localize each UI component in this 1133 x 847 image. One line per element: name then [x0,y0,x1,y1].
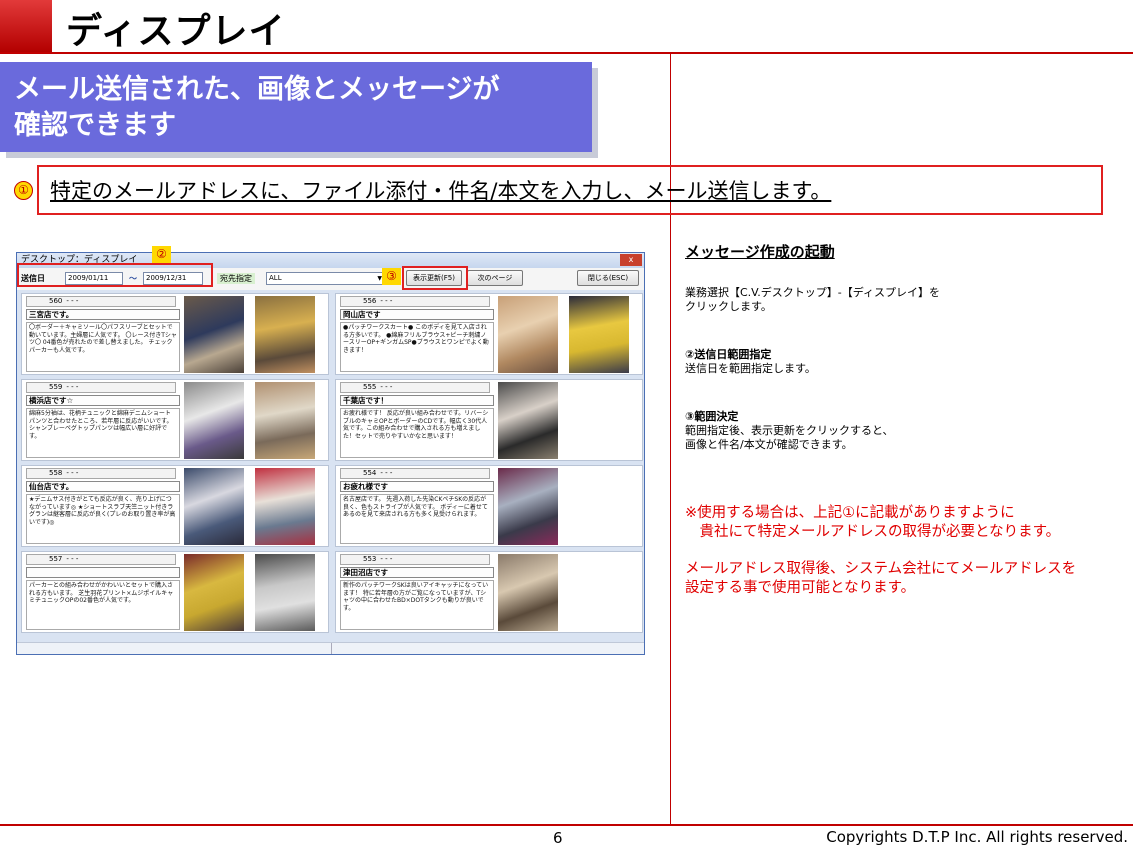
instruction-3-line-2: 画像と件名/本文が確認できます。 [685,438,853,451]
product-photo[interactable] [255,554,315,631]
card-number: 558- - - [26,468,176,479]
product-photo[interactable] [184,296,244,373]
banner-line-2: 確認できます [14,110,176,141]
card-number-suffix: - - - [380,383,393,391]
headline-banner: メール送信された、画像とメッセージが 確認できます [0,62,592,152]
product-photo[interactable] [184,554,244,631]
product-photo[interactable] [255,468,315,545]
card-number: 555- - - [340,382,490,393]
product-photo[interactable] [569,296,629,373]
card-number-suffix: - - - [380,297,393,305]
card-message: 綿麻5分袖は、花柄チュニックと綿麻デニムショートパンツと合わせたところ、若年層に… [26,408,180,458]
product-photo[interactable] [498,468,558,545]
card-number-suffix: - - - [380,555,393,563]
instruction-3-title: ③範囲決定 [685,410,739,423]
instruction-3-line-1: 範囲指定後、表示更新をクリックすると、 [685,424,894,437]
instruction-1-line-1: 業務選択【C.V.デスクトップ】-【ディスプレイ】を [685,286,940,299]
card-message: お疲れ様です！ 反応が良い組み合わせです。リバーシブルのキャミOPとボーダーのC… [340,408,494,458]
card-message: ★デニムサス付きがとても反応が良く、売り上げにつながっています◎ ★ショートスラ… [26,494,180,544]
product-photo[interactable] [498,382,558,459]
destination-select[interactable]: ALL ▼ [266,272,384,285]
note-line-1: ※使用する場合は、上記①に記載がありますように [685,505,1015,521]
banner-line-1: メール送信された、画像とメッセージが [14,74,500,105]
card-store: 岡山店です [340,309,494,320]
card-number-suffix: - - - [380,469,393,477]
next-page-button[interactable]: 次のページ [467,270,523,286]
header-divider [0,52,1133,54]
card-store: 三宮店です。 [26,309,180,320]
card-message: 新作のパッチワークSKは良いアイキャッチになっています！ 特に若年層の方がご覧に… [340,580,494,630]
display-window: デスクトップ：ディスプレイ x 送信日 2009/01/11 ～ 2009/12… [16,252,645,655]
card-store: 仙台店です。 [26,481,180,492]
section-heading: メッセージ作成の起動 [685,243,835,261]
card-store: 津田沼店です [340,567,494,578]
close-esc-button[interactable]: 閉じる(ESC) [577,270,639,286]
card-store: 横浜店です☆ [26,395,180,406]
step-2-marker: ② [152,246,171,263]
refresh-highlight-box [402,266,468,290]
title-accent-block [0,0,52,52]
card-message: 名古屋店です。 先週入荷した先染CKペチSKの反応が良く、色もストライプが人気で… [340,494,494,544]
instruction-2-title: ②送信日範囲指定 [685,348,772,361]
product-photo[interactable] [255,296,315,373]
page-title: ディスプレイ [66,11,286,52]
product-photo[interactable] [184,468,244,545]
statusbar-divider [331,643,332,654]
card-store: 千葉店です！ [340,395,494,406]
date-range-highlight-box [17,263,213,287]
card-number-suffix: - - - [66,383,79,391]
copyright: Copyrights D.T.P Inc. All rights reserve… [826,828,1128,846]
card-store [26,567,180,578]
card-message: ●パッチワークスカート● このボディを見て入店される方多いです。 ●綿麻フリルブ… [340,322,494,372]
destination-label: 宛先指定 [217,273,255,284]
display-card[interactable]: 557- - - パーカーとの組み合わせがかわいいとセットで購入される方もいます… [21,551,329,633]
display-card[interactable]: 558- - - 仙台店です。 ★デニムサス付きがとても反応が良く、売り上げにつ… [21,465,329,547]
display-card[interactable]: 559- - - 横浜店です☆ 綿麻5分袖は、花柄チュニックと綿麻デニムショート… [21,379,329,461]
display-card[interactable]: 553- - - 津田沼店です 新作のパッチワークSKは良いアイキャッチになって… [335,551,643,633]
instruction-1-line-2: クリックします。 [685,300,772,313]
product-photo[interactable] [498,296,558,373]
card-number-suffix: - - - [66,469,79,477]
card-store: お疲れ様です [340,481,494,492]
card-message: パーカーとの組み合わせがかわいいとセットで購入される方もいます。 芝生羽花プリン… [26,580,180,630]
display-card[interactable]: 555- - - 千葉店です！ お疲れ様です！ 反応が良い組み合わせです。リバー… [335,379,643,461]
card-number-suffix: - - - [66,555,79,563]
step-1-text: 特定のメールアドレスに、ファイル添付・件名/本文を入力し、メール送信します。 [50,179,832,203]
card-message: 〇ボーダー＋キャミソール〇パフスリーブとセットで動いています。主婦層に人気です。… [26,322,180,372]
step-3-marker: ③ [382,268,401,285]
destination-value: ALL [269,274,282,282]
card-number: 559- - - [26,382,176,393]
note-line-2: 貴社にて特定メールアドレスの取得が必要となります。 [685,524,1061,540]
window-close-button[interactable]: x [620,254,642,266]
card-number: 553- - - [340,554,490,565]
card-number: 557- - - [26,554,176,565]
card-number-suffix: - - - [66,297,79,305]
display-card[interactable]: 556- - - 岡山店です ●パッチワークスカート● このボディを見て入店され… [335,293,643,375]
product-photo[interactable] [184,382,244,459]
step-1-marker: ① [14,181,33,200]
product-photo[interactable] [255,382,315,459]
card-number: 560- - - [26,296,176,307]
footer-divider [0,824,1133,826]
page-number: 6 [553,829,563,847]
window-statusbar [17,642,644,654]
card-number: 556- - - [340,296,490,307]
display-card[interactable]: 560- - - 三宮店です。 〇ボーダー＋キャミソール〇パフスリーブとセットで… [21,293,329,375]
instruction-2-text: 送信日を範囲指定します。 [685,362,816,375]
display-grid: 560- - - 三宮店です。 〇ボーダー＋キャミソール〇パフスリーブとセットで… [17,291,644,633]
note-line-3: メールアドレス取得後、システム会社にてメールアドレスを [685,561,1077,577]
product-photo[interactable] [498,554,558,631]
slide: ディスプレイ メール送信された、画像とメッセージが 確認できます ① 特定のメー… [0,0,1133,847]
card-number: 554- - - [340,468,490,479]
display-card[interactable]: 554- - - お疲れ様です 名古屋店です。 先週入荷した先染CKペチSKの反… [335,465,643,547]
note-line-4: 設定する事で使用可能となります。 [685,580,916,596]
